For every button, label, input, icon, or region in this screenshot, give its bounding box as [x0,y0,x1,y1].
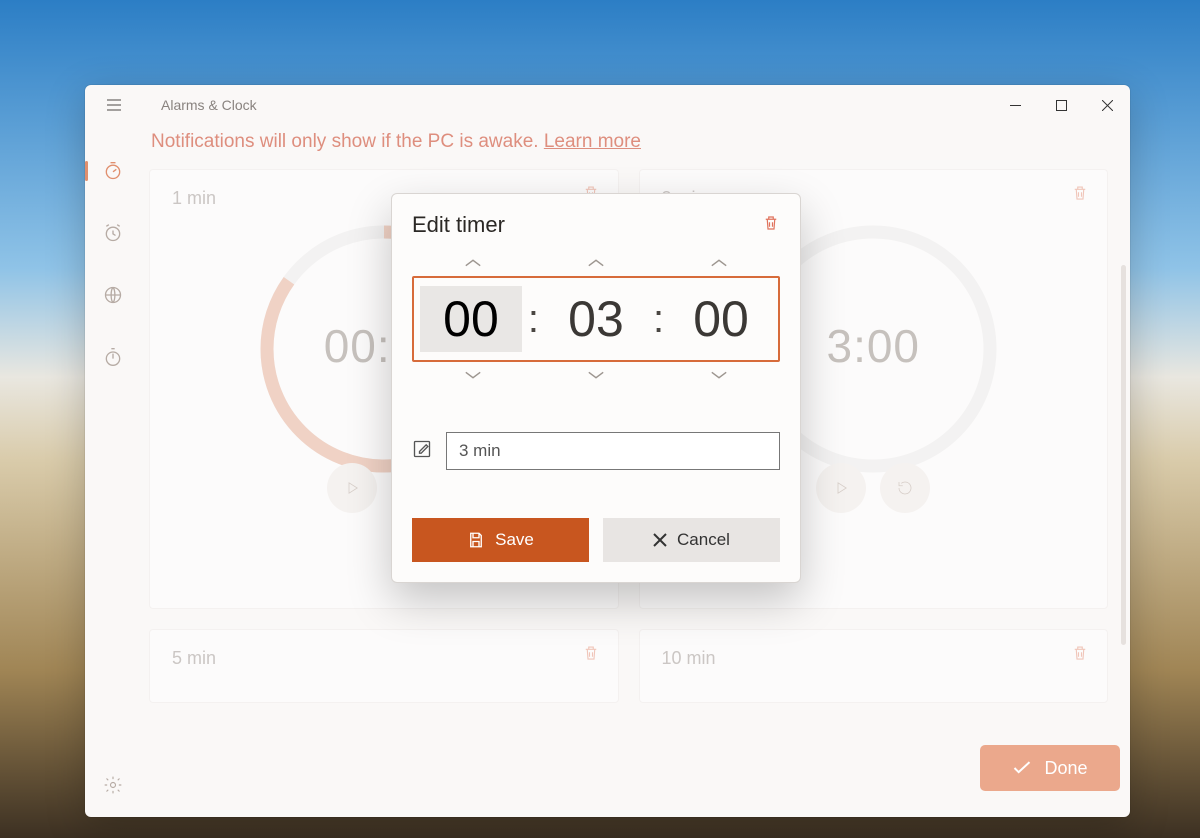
timer-display: 3:00 [826,319,920,373]
timer-card[interactable]: 10 min [639,629,1109,703]
done-button[interactable]: Done [980,745,1120,791]
hours-down[interactable] [412,362,535,388]
minimize-button[interactable] [992,85,1038,125]
done-label: Done [1044,758,1087,779]
seconds-down[interactable] [657,362,780,388]
time-spinner: 00 : 03 : 00 [412,250,780,388]
edit-timer-dialog: Edit timer 00 : 03 : 00 [391,193,801,583]
timer-name-input[interactable] [446,432,780,470]
timer-cards-row-2: 5 min 10 min [149,629,1108,703]
time-separator: : [522,297,545,342]
titlebar: Alarms & Clock [85,85,1130,125]
scrollbar[interactable] [1121,265,1126,645]
cancel-button[interactable]: Cancel [603,518,780,562]
nav-world-clock[interactable] [93,277,133,313]
save-button[interactable]: Save [412,518,589,562]
nav-timer[interactable] [93,153,133,189]
left-nav [85,125,141,817]
delete-timer-icon[interactable] [1071,184,1089,207]
edit-name-icon [412,439,432,464]
play-button[interactable] [327,463,377,513]
save-label: Save [495,530,534,550]
maximize-button[interactable] [1038,85,1084,125]
hours-field[interactable]: 00 [420,286,522,352]
time-separator: : [647,297,670,342]
delete-timer-icon[interactable] [1071,644,1089,667]
timer-card[interactable]: 5 min [149,629,619,703]
timer-card-label: 10 min [662,648,1086,669]
minutes-field[interactable]: 03 [545,286,647,352]
reset-button[interactable] [880,463,930,513]
nav-stopwatch[interactable] [93,339,133,375]
minutes-down[interactable] [535,362,658,388]
seconds-field[interactable]: 00 [670,286,772,352]
notification-banner: Notifications will only show if the PC i… [149,125,1108,169]
window-controls [992,85,1130,125]
nav-settings[interactable] [93,767,133,803]
alarms-clock-window: Alarms & Clock [85,85,1130,817]
nav-alarm[interactable] [93,215,133,251]
dialog-delete-button[interactable] [762,214,780,237]
seconds-up[interactable] [657,250,780,276]
minutes-up[interactable] [535,250,658,276]
menu-button[interactable] [99,90,129,120]
app-title: Alarms & Clock [161,97,257,113]
hours-up[interactable] [412,250,535,276]
banner-text: Notifications will only show if the PC i… [151,131,544,152]
cancel-label: Cancel [677,530,730,550]
delete-timer-icon[interactable] [582,644,600,667]
timer-card-label: 5 min [172,648,596,669]
time-input-box: 00 : 03 : 00 [412,276,780,362]
banner-learn-more-link[interactable]: Learn more [544,131,641,152]
play-button[interactable] [816,463,866,513]
close-button[interactable] [1084,85,1130,125]
dialog-title: Edit timer [412,212,505,238]
